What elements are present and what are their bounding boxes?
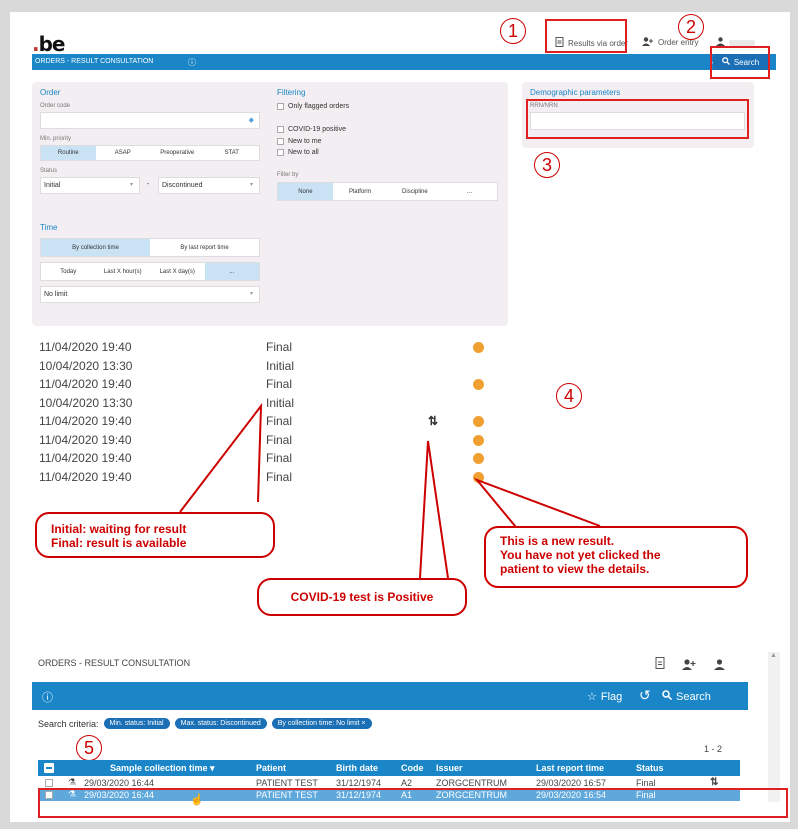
status-note-pointer: [179, 402, 263, 513]
col-last-report-time[interactable]: Last report time: [536, 763, 604, 773]
screenshot-frame: .be Results via order Order entry ORDERS…: [10, 12, 790, 822]
row-checkbox[interactable]: [45, 779, 53, 787]
covid-note-pointer: [419, 440, 449, 579]
criteria-label: Search criteria:: [38, 718, 99, 729]
covid-note-text: COVID-19 test is Positive: [290, 590, 434, 604]
lower-reset-icon[interactable]: ↺: [639, 687, 651, 704]
new-result-callout: This is a new result. You have not yet c…: [484, 526, 748, 588]
lower-document-icon[interactable]: [655, 656, 665, 674]
star-icon: ☆: [587, 691, 597, 703]
flag-button[interactable]: ☆ Flag: [587, 690, 623, 704]
row-sample-time: 29/03/2020 16:44: [84, 778, 155, 788]
row-issuer: ZORGCENTRUM: [436, 778, 507, 788]
scroll-up-icon[interactable]: ▲: [770, 652, 777, 659]
col-status[interactable]: Status: [636, 763, 664, 773]
table-header: Sample collection time ▾ Patient Birth d…: [38, 760, 740, 776]
criteria-chip-collection-time[interactable]: By collection time: No limit ×: [271, 718, 372, 729]
criteria-chip-max-status[interactable]: Max. status: Discontinued: [174, 718, 267, 729]
new-note-line-2: You have not yet clicked the: [500, 548, 661, 562]
select-all-checkbox[interactable]: [44, 763, 54, 773]
lower-info-icon[interactable]: ⓘ: [42, 689, 53, 705]
new-result-pointer: [473, 477, 601, 533]
row-birth-date: 31/12/1974: [336, 778, 382, 788]
status-note-callout: Initial: waiting for result Final: resul…: [35, 512, 275, 558]
highlight-box-selected-row: [38, 788, 788, 818]
new-note-line-1: This is a new result.: [500, 534, 615, 548]
col-issuer[interactable]: Issuer: [436, 763, 463, 773]
flask-icon: ⚗: [68, 777, 77, 787]
lower-toolbar: ⓘ ☆ Flag ↺ Search: [32, 682, 748, 710]
covid-positive-icon: ⇅: [710, 777, 719, 788]
row-last-report: 29/03/2020 16:57: [536, 778, 607, 788]
lower-add-user-icon[interactable]: [682, 657, 696, 675]
row-code: A2: [401, 778, 413, 788]
lower-user-icon[interactable]: [714, 657, 725, 675]
criteria-chip-min-status[interactable]: Min. status: Initial: [103, 718, 170, 729]
col-patient[interactable]: Patient: [256, 763, 286, 773]
col-code[interactable]: Code: [401, 763, 424, 773]
col-birth-date[interactable]: Birth date: [336, 763, 378, 773]
row-patient: PATIENT TEST: [256, 778, 318, 788]
col-sample-collection-time[interactable]: Sample collection time ▾: [110, 763, 215, 774]
lower-page-title: ORDERS - RESULT CONSULTATION: [38, 658, 191, 668]
status-note-line-2: Final: result is available: [51, 536, 187, 550]
search-criteria-bar: Search criteria: Min. status: Initial Ma…: [38, 718, 372, 729]
lower-search-label: Search: [676, 690, 711, 703]
status-note-line-1: Initial: waiting for result: [51, 522, 187, 536]
scrollbar[interactable]: ▲: [768, 652, 780, 802]
chip-label: By collection time: No limit: [277, 720, 360, 727]
row-status: Final: [636, 778, 656, 788]
close-icon[interactable]: ×: [361, 720, 365, 727]
new-note-line-3: patient to view the details.: [500, 562, 650, 576]
lower-search-button[interactable]: Search: [662, 690, 711, 703]
covid-note-callout: COVID-19 test is Positive: [257, 578, 467, 616]
pagination: 1 - 2: [704, 744, 723, 754]
search-icon: [662, 690, 673, 703]
flag-label: Flag: [600, 690, 623, 703]
